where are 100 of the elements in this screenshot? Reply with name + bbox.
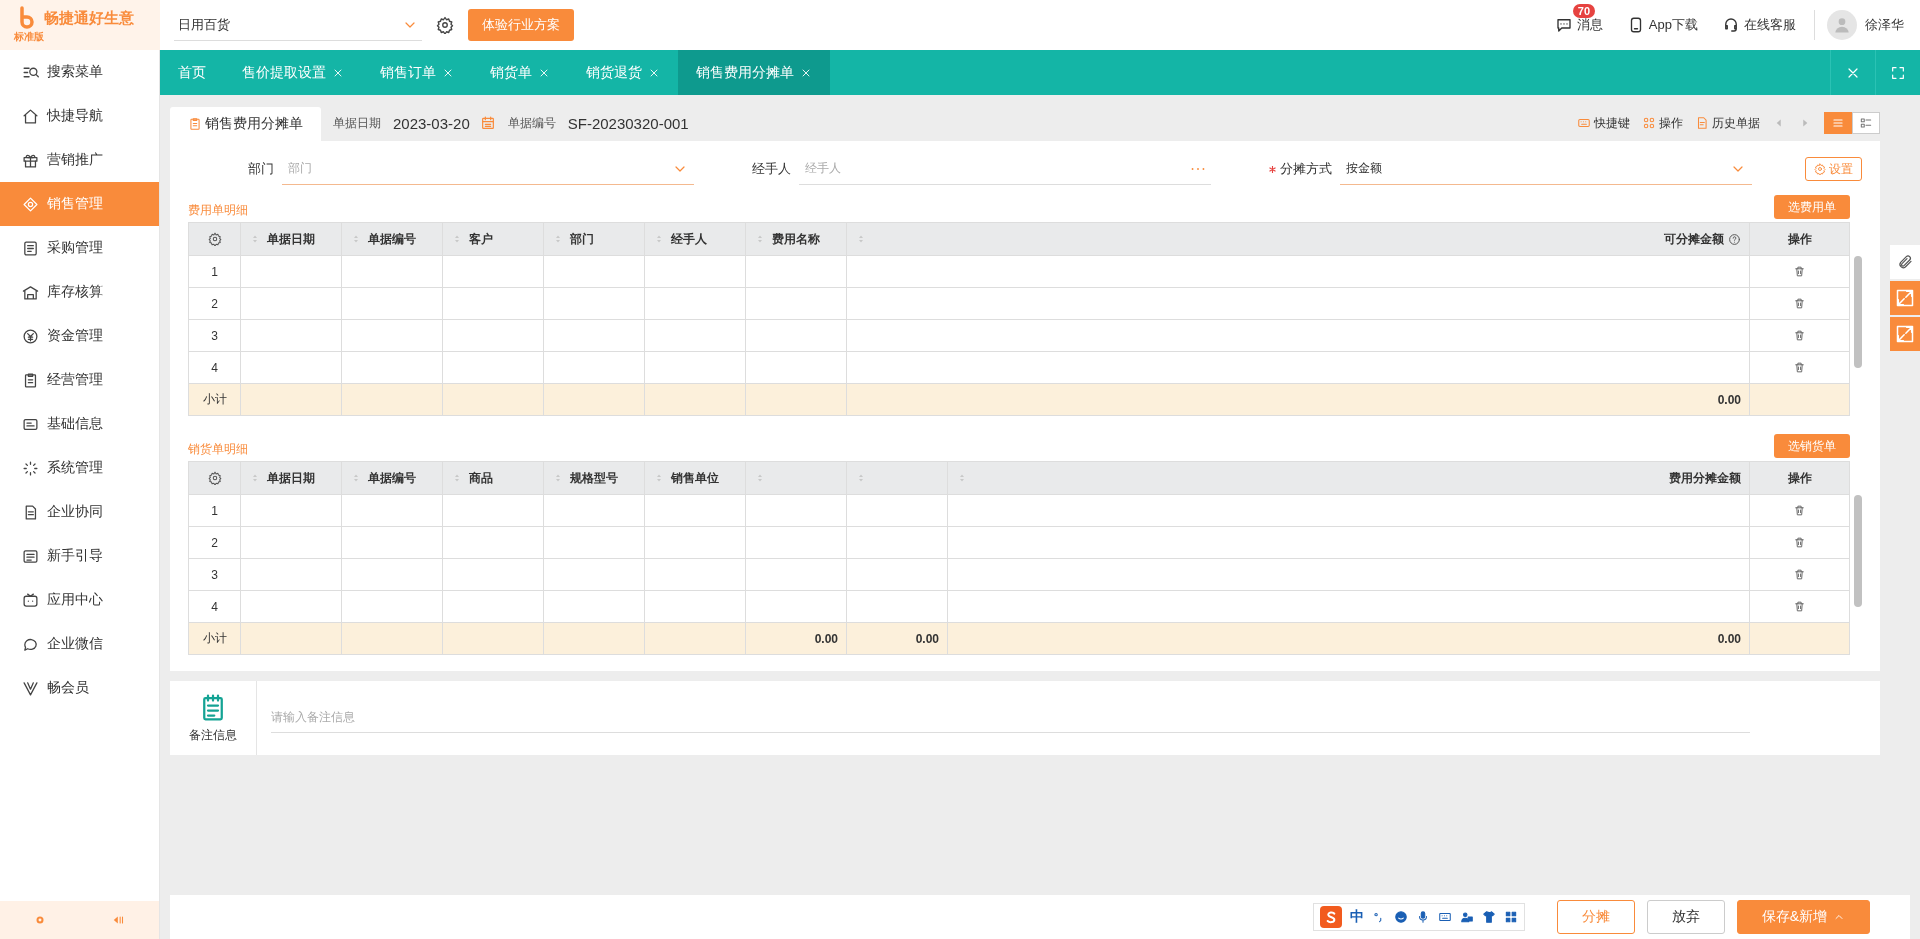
row-number: 4 — [211, 599, 218, 614]
sidebar-item[interactable]: 系统管理 — [0, 446, 159, 490]
action-button[interactable]: 放弃 — [1646, 900, 1725, 934]
brand-name: 畅捷通好生意 — [44, 8, 134, 28]
keyboard-icon[interactable] — [1437, 910, 1452, 924]
row-number: 2 — [211, 296, 218, 311]
bill-number: SF-20230320-001 — [567, 114, 689, 132]
section-title: 费用单明细 — [188, 202, 248, 219]
card-list-icon — [1859, 116, 1873, 130]
trash-icon[interactable] — [1793, 568, 1806, 581]
sidebar-item[interactable]: 应用中心 — [0, 578, 159, 622]
paperclip-icon[interactable] — [1897, 254, 1913, 270]
field-label: 分摊方式 — [1269, 160, 1332, 178]
field-value: 按金额 — [1346, 160, 1382, 177]
ime-toolbar[interactable]: 中 — [1312, 903, 1525, 931]
subtotal-cell: 0.00 — [847, 384, 1750, 416]
column-header[interactable]: 商品 — [469, 469, 493, 487]
required-icon — [1269, 166, 1276, 173]
person-icon — [1832, 15, 1852, 35]
header-link[interactable]: App下载 — [1648, 16, 1698, 34]
trash-icon[interactable] — [1793, 297, 1806, 310]
view-toggle[interactable] — [1824, 112, 1852, 134]
count-badge: 70 — [1572, 4, 1596, 18]
column-header[interactable]: 部门 — [570, 230, 594, 248]
settings-icon[interactable] — [207, 471, 222, 485]
home-icon — [22, 107, 39, 125]
column-header[interactable]: 可分摊金额 — [1664, 230, 1741, 248]
expand-icon[interactable] — [1895, 288, 1915, 308]
settings-icon — [1814, 163, 1826, 175]
people-icon[interactable] — [1459, 910, 1474, 924]
sidebar-item[interactable]: 库存核算 — [0, 270, 159, 314]
sidebar-item[interactable]: 企业协同 — [0, 490, 159, 534]
toolbar-link[interactable]: 操作 — [1659, 114, 1683, 132]
row-number: 1 — [211, 503, 218, 518]
sidebar-item[interactable]: 搜索菜单 — [0, 50, 159, 94]
remark-label: 备注信息 — [189, 726, 237, 744]
header-link[interactable]: 消息 — [1576, 16, 1603, 34]
trash-icon[interactable] — [1793, 265, 1806, 278]
edition-label: 标准版 — [14, 30, 45, 44]
list-icon — [22, 547, 39, 565]
sidebar-item[interactable]: 企业微信 — [0, 622, 159, 666]
emoji-icon[interactable] — [1393, 910, 1408, 924]
row-number: 2 — [211, 535, 218, 550]
column-header: 操作 — [1787, 230, 1812, 248]
scrollbar[interactable] — [1854, 495, 1862, 607]
sidebar-item[interactable]: 采购管理 — [0, 226, 159, 270]
subtotal-cell: 0.00 — [948, 623, 1750, 655]
trash-icon[interactable] — [1793, 600, 1806, 613]
grid-icon — [1642, 116, 1656, 130]
sidebar-item[interactable]: 经营管理 — [0, 358, 159, 402]
expand-icon[interactable] — [1895, 324, 1915, 344]
shirt-icon[interactable] — [1481, 910, 1496, 924]
row-number: 3 — [211, 567, 218, 582]
field-placeholder: 经手人 — [805, 160, 841, 177]
list-icon — [1831, 116, 1845, 130]
trash-icon[interactable] — [1793, 361, 1806, 374]
date-value[interactable]: 2023-03-20 — [393, 114, 470, 132]
trash-icon[interactable] — [1793, 536, 1806, 549]
trash-icon[interactable] — [1793, 329, 1806, 342]
row-number: 3 — [211, 328, 218, 343]
row-number: 1 — [211, 264, 218, 279]
fullscreen-icon[interactable] — [1890, 64, 1906, 81]
trash-icon[interactable] — [1793, 504, 1806, 517]
industry-select[interactable]: 日用百货 — [174, 9, 422, 41]
sidebar-item[interactable]: 快捷导航 — [0, 94, 159, 138]
clipboard-icon — [188, 117, 202, 131]
loader-icon — [22, 459, 39, 477]
settings-icon[interactable] — [436, 16, 454, 34]
subtotal-cell: 0.00 — [746, 623, 847, 655]
input-mode[interactable]: 中 — [1349, 908, 1364, 926]
column-header: 操作 — [1787, 469, 1812, 487]
apps-icon[interactable] — [1503, 910, 1518, 924]
view-toggle[interactable] — [1852, 112, 1880, 134]
sidebar-item[interactable]: 营销推广 — [0, 138, 159, 182]
headset-icon[interactable] — [1722, 16, 1740, 34]
sidebar-item[interactable]: 资金管理 — [0, 314, 159, 358]
settings-icon[interactable] — [207, 232, 222, 246]
field-label: 单据日期 — [333, 114, 381, 132]
field-placeholder: 部门 — [288, 160, 312, 177]
sidebar-item[interactable]: 畅会员 — [0, 666, 159, 710]
document-icon — [22, 239, 39, 257]
help-icon — [1728, 232, 1741, 246]
keyboard-icon — [1577, 116, 1591, 130]
scrollbar[interactable] — [1854, 256, 1862, 368]
subtotal-cell: 0.00 — [847, 623, 948, 655]
header-link[interactable]: 在线客服 — [1744, 16, 1796, 34]
subtotal-label: 小计 — [202, 630, 227, 647]
bill-tab[interactable]: 销售费用分摊单 — [170, 107, 321, 141]
sidebar-item[interactable]: 基础信息 — [0, 402, 159, 446]
column-header[interactable]: 客户 — [469, 230, 493, 248]
message-icon[interactable] — [1554, 16, 1573, 34]
user-name[interactable]: 徐泽华 — [1865, 16, 1904, 34]
sidebar-item[interactable]: 新手引导 — [0, 534, 159, 578]
toolbar-link[interactable]: 历史单据 — [1712, 114, 1760, 132]
select-field[interactable]: 按金额 — [1340, 153, 1752, 185]
column-header[interactable]: 经手人 — [671, 230, 707, 248]
column-header[interactable]: 费用分摊金额 — [1669, 469, 1741, 487]
field-label: 单据编号 — [507, 114, 556, 132]
row-number: 4 — [211, 360, 218, 375]
toolbar-link[interactable]: 快捷键 — [1594, 114, 1630, 132]
